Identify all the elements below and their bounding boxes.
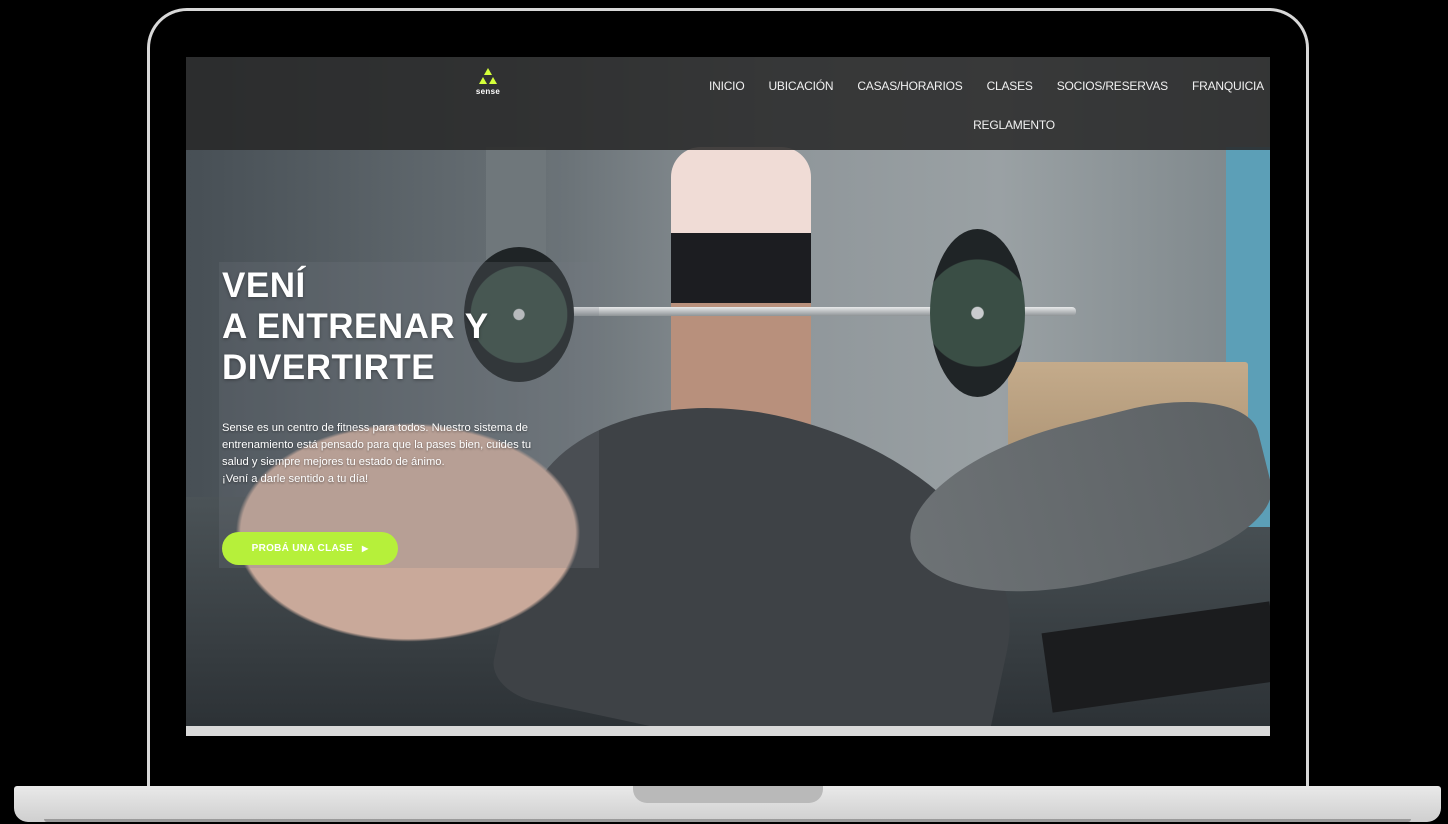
hero-description-line: Sense es un centro de fitness para todos… bbox=[222, 422, 528, 434]
nav-item-reglamento[interactable]: REGLAMENTO bbox=[973, 118, 1055, 132]
hero-description-line: entrenamiento está pensado para que la p… bbox=[222, 439, 532, 451]
logo-text: sense bbox=[475, 87, 501, 96]
nav-item-ubicacion[interactable]: UBICACIÓN bbox=[768, 79, 833, 93]
main-nav: INICIO UBICACIÓN CASAS/HORARIOS CLASES S… bbox=[696, 76, 1264, 135]
nav-item-socios-reservas[interactable]: SOCIOS/RESERVAS bbox=[1057, 79, 1168, 93]
logo[interactable]: sense bbox=[474, 67, 502, 97]
hero-description-line: salud y siempre mejores tu estado de áni… bbox=[222, 456, 445, 468]
nav-item-inicio[interactable]: INICIO bbox=[709, 79, 745, 93]
site-header: sense INICIO UBICACIÓN CASAS/HORARIOS CL… bbox=[186, 57, 1270, 150]
hero-description: Sense es un centro de fitness para todos… bbox=[222, 420, 595, 488]
try-class-label: PROBÁ UNA CLASE bbox=[251, 543, 353, 554]
nav-item-franquicia[interactable]: FRANQUICIA bbox=[1192, 79, 1264, 93]
hero-title-line: A ENTRENAR Y bbox=[222, 307, 489, 346]
hero-title-line: VENÍ bbox=[222, 266, 306, 305]
website-screen: sense INICIO UBICACIÓN CASAS/HORARIOS CL… bbox=[186, 57, 1270, 736]
nav-item-clases[interactable]: CLASES bbox=[987, 79, 1033, 93]
nav-item-casas-horarios[interactable]: CASAS/HORARIOS bbox=[857, 79, 962, 93]
chevron-right-icon: ▶ bbox=[361, 544, 369, 553]
hero-title-line: DIVERTIRTE bbox=[222, 348, 436, 387]
hero-description-line: ¡Vení a darle sentido a tu día! bbox=[222, 473, 369, 485]
logo-triangle-icon bbox=[479, 68, 497, 84]
hero-title: VENÍ A ENTRENAR Y DIVERTIRTE bbox=[222, 265, 489, 388]
laptop-notch bbox=[633, 786, 823, 803]
try-class-button[interactable]: PROBÁ UNA CLASE ▶ bbox=[222, 532, 398, 565]
